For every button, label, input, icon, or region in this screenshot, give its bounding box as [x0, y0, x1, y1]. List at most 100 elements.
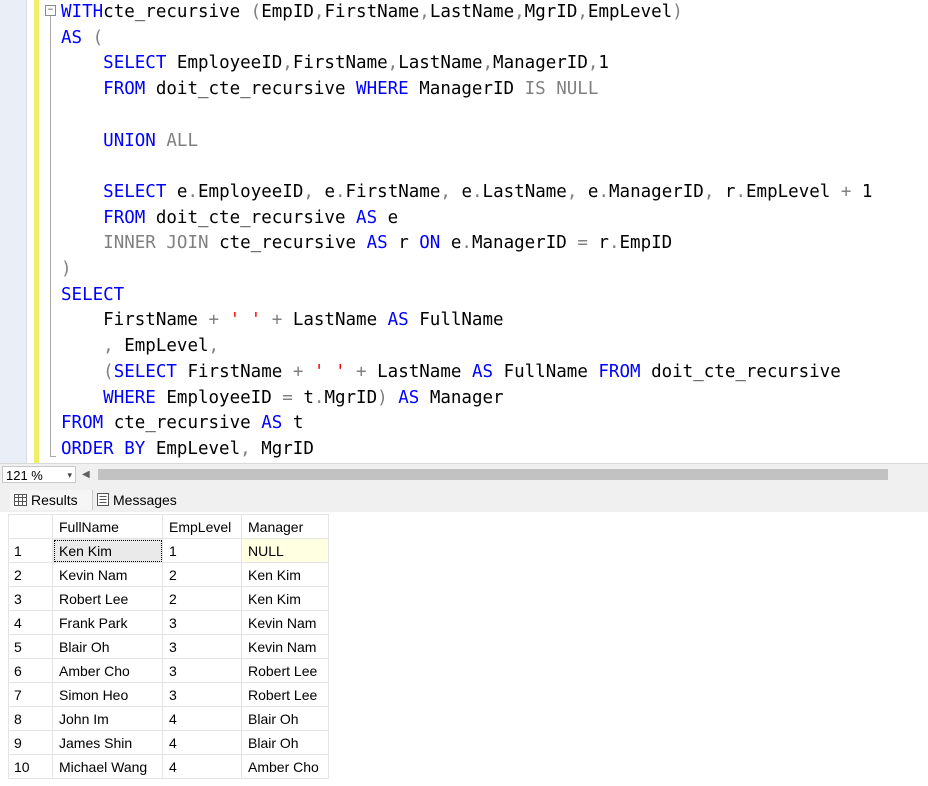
row-number[interactable]: 3 [8, 586, 53, 611]
chevron-down-icon: ▾ [67, 470, 72, 480]
cell-emplevel[interactable]: 3 [162, 658, 242, 683]
row-number[interactable]: 6 [8, 658, 53, 683]
code-token: . [313, 387, 325, 408]
cell-emplevel[interactable]: 3 [162, 634, 242, 659]
cell-emplevel[interactable]: 4 [162, 730, 242, 755]
cell-fullname[interactable]: Amber Cho [52, 658, 163, 683]
cell-fullname[interactable]: Ken Kim [52, 538, 163, 563]
code-line[interactable]: UNION ALL [61, 129, 198, 155]
cell-manager[interactable]: Ken Kim [241, 562, 329, 587]
cell-manager[interactable]: Ken Kim [241, 586, 329, 611]
cell-fullname[interactable]: Kevin Nam [52, 562, 163, 587]
code-line[interactable]: WITHcte_recursive (EmpID,FirstName,LastN… [61, 0, 683, 26]
table-row[interactable]: 1 Ken Kim 1 NULL [8, 538, 329, 563]
cell-emplevel[interactable]: 2 [162, 562, 242, 587]
cell-manager[interactable]: NULL [241, 538, 329, 563]
table-row[interactable]: 10 Michael Wang 4 Amber Cho [8, 754, 329, 779]
column-header-manager[interactable]: Manager [241, 514, 329, 539]
code-line[interactable]: FirstName + ' ' + LastName AS FullName [61, 308, 503, 334]
code-line[interactable]: ORDER BY EmpLevel, MgrID [61, 437, 314, 463]
code-line[interactable]: WHERE EmployeeID = t.MgrID) AS Manager [61, 386, 503, 412]
cell-emplevel[interactable]: 3 [162, 682, 242, 707]
row-number[interactable]: 1 [8, 538, 53, 563]
row-number[interactable]: 10 [8, 754, 53, 779]
code-line[interactable]: ) [61, 257, 72, 283]
row-number[interactable]: 7 [8, 682, 53, 707]
sql-editor[interactable]: − WITHcte_recursive (EmpID,FirstName,Las… [0, 0, 928, 463]
cell-manager[interactable]: Amber Cho [241, 754, 329, 779]
table-row[interactable]: 3 Robert Lee 2 Ken Kim [8, 586, 329, 611]
cell-manager[interactable]: Blair Oh [241, 706, 329, 731]
cell-emplevel[interactable]: 2 [162, 586, 242, 611]
code-token: , [208, 336, 220, 357]
code-line[interactable]: (SELECT FirstName + ' ' + LastName AS Fu… [61, 360, 841, 386]
code-line[interactable]: , EmpLevel, [61, 334, 219, 360]
cell-emplevel[interactable]: 3 [162, 610, 242, 635]
cell-manager[interactable]: Blair Oh [241, 730, 329, 755]
cell-fullname[interactable]: Simon Heo [52, 682, 163, 707]
code-token: FROM [61, 413, 114, 434]
scroll-left-icon[interactable]: ◀ [82, 469, 90, 480]
code-token: + [345, 361, 378, 382]
grid-icon [14, 491, 27, 511]
code-token: , [303, 181, 325, 202]
cell-manager[interactable]: Kevin Nam [241, 634, 329, 659]
cell-fullname[interactable]: Robert Lee [52, 586, 163, 611]
cell-fullname[interactable]: Michael Wang [52, 754, 163, 779]
code-line[interactable]: SELECT EmployeeID,FirstName,LastName,Man… [61, 51, 609, 77]
cell-emplevel[interactable]: 1 [162, 538, 242, 563]
code-token: FirstName [324, 2, 420, 22]
cell-manager[interactable]: Robert Lee [241, 682, 329, 707]
tab-messages[interactable]: Messages [92, 490, 190, 510]
row-number[interactable]: 8 [8, 706, 53, 731]
tab-results[interactable]: Results [10, 490, 92, 510]
table-row[interactable]: 9 James Shin 4 Blair Oh [8, 730, 329, 755]
row-number[interactable]: 5 [8, 634, 53, 659]
row-number[interactable]: 4 [8, 610, 53, 635]
collapse-icon[interactable]: − [45, 5, 56, 16]
code-token: . [335, 181, 346, 202]
column-header-emplevel[interactable]: EmpLevel [162, 514, 242, 539]
code-token: , [240, 438, 262, 459]
code-token: FirstName [187, 361, 293, 382]
code-line[interactable]: INNER JOIN cte_recursive AS r ON e.Manag… [61, 231, 672, 257]
table-row[interactable]: 4 Frank Park 3 Kevin Nam [8, 610, 329, 635]
code-line[interactable]: SELECT [61, 283, 124, 309]
code-token: 1 [861, 181, 873, 202]
row-number[interactable]: 9 [8, 730, 53, 755]
cell-manager[interactable]: Robert Lee [241, 658, 329, 683]
code-token: r [724, 181, 736, 202]
cell-fullname[interactable]: Frank Park [52, 610, 163, 635]
cell-emplevel[interactable]: 4 [162, 706, 242, 731]
table-row[interactable]: 8 John Im 4 Blair Oh [8, 706, 329, 731]
results-grid[interactable]: FullName EmpLevel Manager 1 Ken Kim 1 NULL 2… [8, 514, 329, 779]
cell-fullname[interactable]: John Im [52, 706, 163, 731]
code-line[interactable]: FROM doit_cte_recursive WHERE ManagerID … [61, 77, 598, 103]
row-number[interactable]: 2 [8, 562, 53, 587]
table-row[interactable]: 7 Simon Heo 3 Robert Lee [8, 682, 329, 707]
code-line[interactable]: SELECT e.EmployeeID, e.FirstName, e.Last… [61, 180, 872, 206]
horizontal-scrollbar-thumb[interactable] [98, 469, 888, 480]
code-token: . [472, 181, 483, 202]
cell-emplevel[interactable]: 4 [162, 754, 242, 779]
cell-fullname[interactable]: Blair Oh [52, 634, 163, 659]
table-row[interactable]: 2 Kevin Nam 2 Ken Kim [8, 562, 329, 587]
column-header-fullname[interactable]: FullName [52, 514, 163, 539]
cell-manager[interactable]: Kevin Nam [241, 610, 329, 635]
zoom-value: 121 % [6, 468, 43, 483]
row-number-header[interactable] [8, 514, 53, 539]
cell-fullname[interactable]: James Shin [52, 730, 163, 755]
code-token: MgrID [524, 2, 578, 22]
table-row[interactable]: 6 Amber Cho 3 Robert Lee [8, 658, 329, 683]
code-line[interactable]: AS ( [61, 26, 103, 52]
code-line[interactable]: FROM cte_recursive AS t [61, 411, 303, 437]
code-token: cte_recursive [103, 2, 251, 22]
code-token: LastName [429, 2, 515, 22]
zoom-dropdown[interactable]: 121 % ▾ [2, 466, 76, 483]
table-row[interactable]: 5 Blair Oh 3 Kevin Nam [8, 634, 329, 659]
code-line[interactable]: FROM doit_cte_recursive AS e [61, 206, 398, 232]
